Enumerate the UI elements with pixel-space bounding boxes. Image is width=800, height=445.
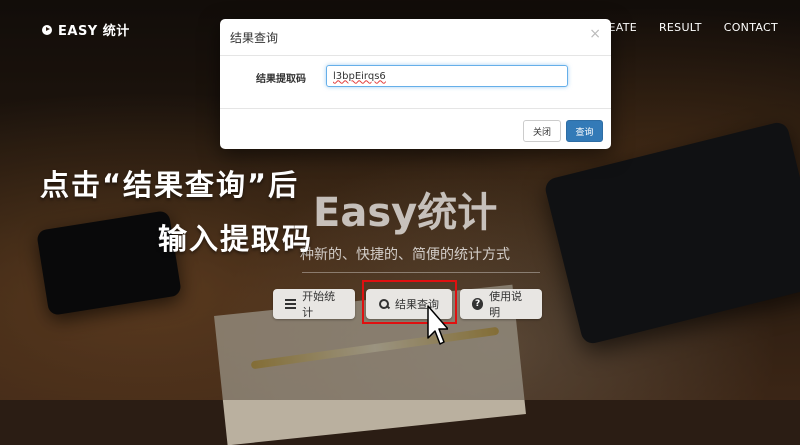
query-submit-button[interactable]: 查询: [566, 120, 603, 142]
help-button[interactable]: ? 使用说明: [460, 289, 542, 319]
play-circle-icon: [42, 24, 52, 35]
instruction-caption-line1: 点击“结果查询”后: [40, 168, 300, 202]
hero-title: Easy统计: [313, 190, 498, 236]
nav-link-contact[interactable]: CONTACT: [724, 21, 778, 34]
extraction-code-label: 结果提取码: [256, 74, 306, 85]
instruction-caption-line2: 输入提取码: [158, 222, 314, 256]
modal-footer: 关闭 查询: [220, 109, 611, 149]
modal-body: 结果提取码 l3bpEirqs6: [220, 56, 611, 109]
help-label: 使用说明: [489, 290, 523, 319]
modal-close-icon[interactable]: ×: [589, 27, 601, 41]
modal-header: 结果查询 ×: [220, 19, 611, 56]
nav-links: CREATE RESULT CONTACT: [593, 21, 778, 34]
nav-link-result[interactable]: RESULT: [659, 21, 702, 34]
modal-title: 结果查询: [230, 30, 279, 45]
cursor-arrow-icon: [427, 305, 448, 345]
hero-subtitle: 种新的、快捷的、简便的统计方式: [300, 247, 510, 263]
nav-brand-label: EASY 统计: [58, 24, 130, 39]
list-icon: [285, 299, 297, 309]
question-circle-icon: ?: [472, 298, 484, 310]
start-survey-label: 开始统计: [302, 290, 336, 319]
result-query-modal: 结果查询 × 结果提取码 l3bpEirqs6 关闭 查询: [220, 19, 611, 149]
nav-brand[interactable]: EASY 统计: [42, 20, 130, 39]
extraction-code-value: l3bpEirqs6: [333, 70, 386, 82]
hero-divider: [302, 272, 540, 273]
close-button[interactable]: 关闭: [523, 120, 561, 142]
extraction-code-input[interactable]: l3bpEirqs6: [326, 65, 568, 87]
start-survey-button[interactable]: 开始统计: [273, 289, 355, 319]
